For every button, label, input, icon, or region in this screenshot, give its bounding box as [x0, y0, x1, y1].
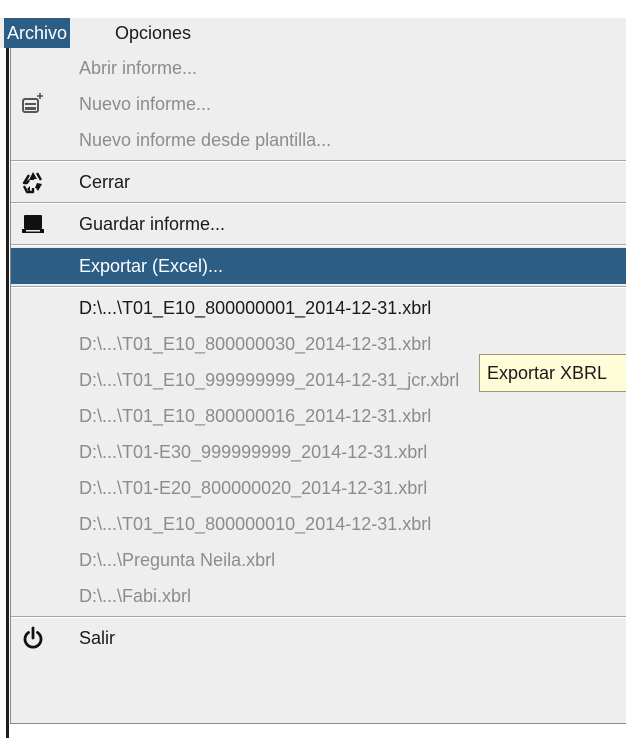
save-icon: [21, 212, 45, 236]
menu-item-abrir-informe[interactable]: Abrir informe...: [11, 50, 626, 86]
recent-file-label: D:\...\Fabi.xbrl: [79, 586, 192, 606]
recent-file-label: D:\...\T01-E20_800000020_2014-12-31.xbrl: [79, 478, 428, 498]
menu-separator: [11, 616, 626, 618]
tooltip: Exportar XBRL: [479, 354, 626, 392]
menu-separator: [11, 160, 626, 162]
recent-file-item[interactable]: D:\...\Fabi.xbrl: [11, 578, 626, 614]
recent-file-label: D:\...\T01_E10_800000010_2014-12-31.xbrl: [79, 514, 432, 534]
window-edge: [0, 48, 10, 738]
menu-item-label: Guardar informe...: [79, 214, 226, 234]
menu-item-label: Cerrar: [79, 172, 131, 192]
menu-item-exportar-excel[interactable]: Exportar (Excel)...: [11, 248, 626, 284]
menu-bar: Archivo Opciones: [0, 18, 626, 48]
power-icon: [21, 626, 45, 650]
recent-file-item[interactable]: D:\...\T01_E10_800000016_2014-12-31.xbrl: [11, 398, 626, 434]
menu-item-nuevo-informe-plantilla[interactable]: Nuevo informe desde plantilla...: [11, 122, 626, 158]
menu-item-label: Salir: [79, 628, 116, 648]
recent-file-label: D:\...\T01_E10_800000030_2014-12-31.xbrl: [79, 334, 432, 354]
menu-item-label: Abrir informe...: [79, 58, 198, 78]
menu-item-label: Nuevo informe...: [79, 94, 212, 114]
menu-item-label: Exportar (Excel)...: [79, 256, 224, 276]
menu-separator: [11, 202, 626, 204]
menu-item-nuevo-informe[interactable]: Nuevo informe...: [11, 86, 626, 122]
recent-file-label: D:\...\T01-E30_999999999_2014-12-31.xbrl: [79, 442, 428, 462]
recent-file-item[interactable]: D:\...\T01_E10_800000010_2014-12-31.xbrl: [11, 506, 626, 542]
menu-archivo[interactable]: Archivo: [4, 18, 71, 48]
recent-file-item[interactable]: D:\...\T01-E20_800000020_2014-12-31.xbrl: [11, 470, 626, 506]
recent-file-label: D:\...\T01_E10_999999999_2014-12-31_jcr.…: [79, 370, 460, 390]
recent-file-item[interactable]: D:\...\T01_E10_800000001_2014-12-31.xbrl: [11, 290, 626, 326]
menu-opciones[interactable]: Opciones: [112, 18, 194, 48]
new-document-icon: [21, 92, 45, 116]
recent-file-item[interactable]: D:\...\Pregunta Neila.xbrl: [11, 542, 626, 578]
menu-separator: [11, 286, 626, 288]
recent-file-label: D:\...\T01_E10_800000016_2014-12-31.xbrl: [79, 406, 432, 426]
menu-item-guardar-informe[interactable]: Guardar informe...: [11, 206, 626, 242]
recent-file-label: D:\...\Pregunta Neila.xbrl: [79, 550, 276, 570]
recent-file-item[interactable]: D:\...\T01-E30_999999999_2014-12-31.xbrl: [11, 434, 626, 470]
menu-item-label: Nuevo informe desde plantilla...: [79, 130, 332, 150]
menu-item-salir[interactable]: Salir: [11, 620, 626, 656]
recycle-icon: [21, 170, 45, 194]
menu-separator: [11, 244, 626, 246]
recent-file-label: D:\...\T01_E10_800000001_2014-12-31.xbrl: [79, 298, 432, 318]
menu-item-cerrar[interactable]: Cerrar: [11, 164, 626, 200]
